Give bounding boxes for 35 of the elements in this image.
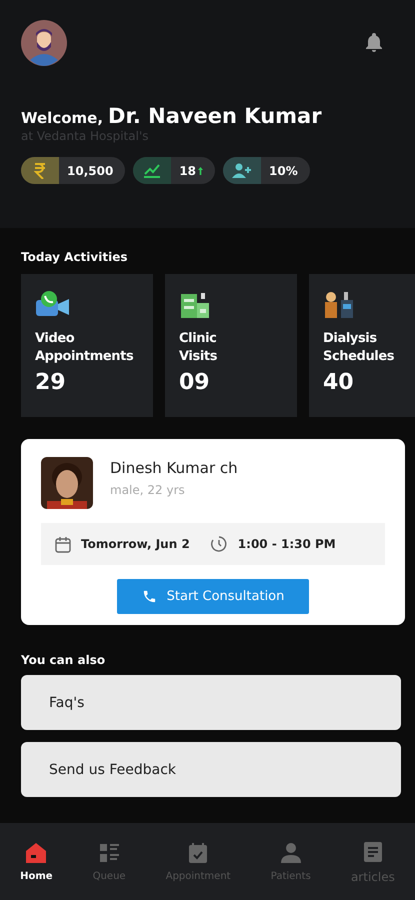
avatar-icon[interactable] — [21, 20, 67, 66]
doctor-name: Dr. Naveen Kumar — [108, 104, 322, 128]
up-arrow-icon — [198, 166, 204, 174]
home-icon — [24, 841, 48, 865]
patient-details: male, 22 yrs — [110, 483, 186, 497]
activity-card[interactable]: Clinic Visits 09 — [165, 274, 297, 417]
queue-icon — [97, 841, 122, 865]
add-user-icon — [232, 162, 252, 178]
trend-chart-icon — [143, 162, 162, 178]
activity-card[interactable]: Dialysis Schedules 40 — [309, 274, 415, 417]
stat-value: 18 — [179, 164, 196, 178]
activity-count: 29 — [35, 370, 67, 395]
stat-value: 10% — [269, 164, 298, 178]
timer-icon — [210, 535, 228, 553]
phone-icon — [142, 589, 157, 604]
welcome-text: Welcome, — [21, 109, 104, 127]
rupee-icon — [34, 162, 46, 178]
appointment-date: Tomorrow, Jun 2 — [81, 537, 190, 551]
section-title: Today Activities — [21, 250, 128, 264]
activity-count: 40 — [323, 370, 355, 395]
option-button[interactable]: Faq's — [21, 675, 401, 730]
calendar-icon — [55, 536, 71, 552]
appointment-time: 1:00 - 1:30 PM — [238, 537, 336, 551]
activity-title: Video Appointments — [35, 330, 134, 366]
nav-tab[interactable]: Home — [20, 841, 53, 882]
section-title: You can also — [21, 653, 106, 667]
activity-title: Clinic Visits — [179, 330, 218, 366]
patients-icon — [278, 841, 303, 865]
activity-count: 09 — [179, 370, 211, 395]
video-call-icon — [35, 290, 71, 318]
patient-name: Dinesh Kumar ch — [110, 459, 238, 477]
activity-card[interactable]: Video Appointments 29 — [21, 274, 153, 417]
activity-title: Dialysis Schedules — [323, 330, 396, 366]
option-button[interactable]: Send us Feedback — [21, 742, 401, 797]
stat-value: 10,500 — [67, 164, 114, 178]
